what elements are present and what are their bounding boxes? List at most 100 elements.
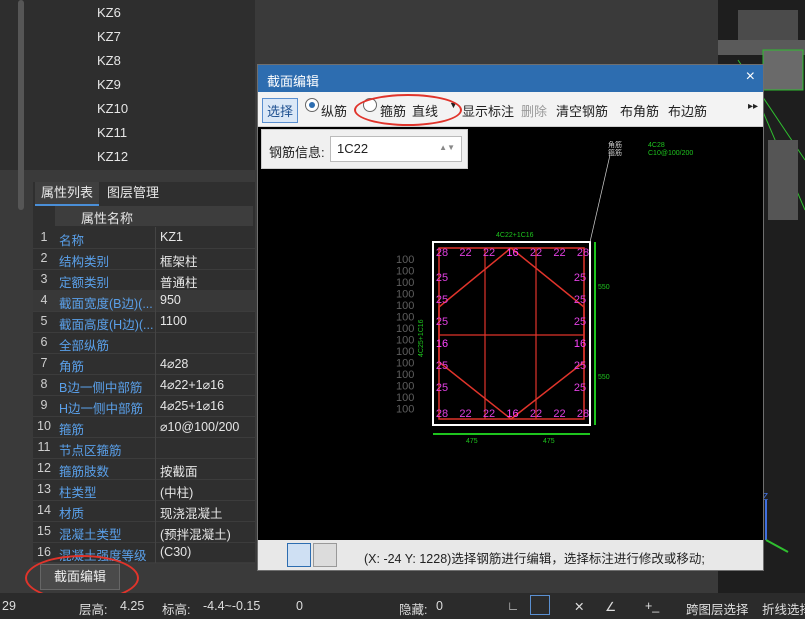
left-scrollbar[interactable] <box>18 0 24 210</box>
rebar-label: 16 <box>436 338 448 350</box>
rebar-label: 16 <box>506 247 518 259</box>
dim-label: 100 <box>396 381 414 393</box>
snap-perp-icon[interactable] <box>313 543 337 567</box>
rebar-label: 25 <box>436 360 448 372</box>
rebar-label: 22 <box>530 247 542 259</box>
rebar-label: 22 <box>530 408 542 420</box>
cross-icon[interactable]: ✕ <box>574 599 584 614</box>
property-value[interactable]: ⌀10@100/200 <box>160 419 239 434</box>
dialog-toolbar: 选择 纵筋 箍筋 直线 ▼ 显示标注 删除 清空钢筋 布角筋 布边筋 ▸▸ <box>258 92 763 127</box>
property-name: 箍筋 <box>59 423 85 437</box>
corner-val-2: C10@100/200 <box>648 150 693 157</box>
table-row[interactable]: 6 全部纵筋 <box>33 332 255 354</box>
rebar-label: 25 <box>574 272 586 284</box>
rebar-label: 25 <box>436 294 448 306</box>
table-row[interactable]: 11 节点区箍筋 <box>33 437 255 459</box>
tab-layer-management[interactable]: 图层管理 <box>101 182 165 204</box>
row-number: 16 <box>37 545 51 559</box>
table-row[interactable]: 5 截面高度(H边)(... 1100 <box>33 311 255 333</box>
table-row[interactable]: 4 截面宽度(B边)(... 950 <box>33 290 255 312</box>
snap-point-icon[interactable] <box>287 543 311 567</box>
property-name: 柱类型 <box>59 486 97 500</box>
table-row[interactable]: 1 名称 KZ1 <box>33 227 255 249</box>
ortho-icon[interactable]: ∟ <box>507 599 519 613</box>
property-value[interactable]: 1100 <box>160 314 187 328</box>
hidden-value: 0 <box>436 599 443 613</box>
list-item[interactable]: KZ9 <box>97 77 121 92</box>
dim-label: 100 <box>396 266 414 278</box>
row-number: 7 <box>40 356 48 370</box>
property-value[interactable]: (预拌混凝土) <box>160 524 231 543</box>
table-row[interactable]: 8 B边一侧中部筋 4⌀22+1⌀16 <box>33 374 255 396</box>
table-row[interactable]: 12 箍筋肢数 按截面 <box>33 458 255 480</box>
property-name: 截面宽度(B边)(... <box>59 297 153 311</box>
section-drawing: 1001001001001001001001001001001001001001… <box>396 140 693 445</box>
rebar-label: 25 <box>574 294 586 306</box>
property-name: 混凝土类型 <box>59 528 122 542</box>
list-item[interactable]: KZ10 <box>97 101 128 116</box>
table-row[interactable]: 3 定额类别 普通柱 <box>33 269 255 291</box>
dim-label: 100 <box>396 404 414 416</box>
property-value[interactable]: 4⌀25+1⌀16 <box>160 398 224 413</box>
list-item[interactable]: KZ6 <box>97 5 121 20</box>
dim-label: 100 <box>396 300 414 312</box>
list-item[interactable]: KZ8 <box>97 53 121 68</box>
longitudinal-label[interactable]: 纵筋 <box>321 101 347 120</box>
property-value[interactable]: 4⌀28 <box>160 356 188 371</box>
annotation-circle <box>354 94 462 126</box>
rebar-label: 28 <box>436 408 448 420</box>
polyline-select-button[interactable]: 折线选择 <box>762 599 805 618</box>
select-button[interactable]: 选择 <box>262 98 299 123</box>
show-annotation-button[interactable]: 显示标注 <box>462 101 514 120</box>
delete-button[interactable]: 删除 <box>521 101 547 120</box>
dim-label: 100 <box>396 358 414 370</box>
rebar-label: 22 <box>553 247 565 259</box>
more-icon[interactable]: ▸▸ <box>748 101 758 112</box>
property-value[interactable]: 框架柱 <box>160 251 198 270</box>
dim-label: 100 <box>396 277 414 289</box>
table-row[interactable]: 7 角筋 4⌀28 <box>33 353 255 375</box>
list-item[interactable]: KZ7 <box>97 29 121 44</box>
table-row[interactable]: 13 柱类型 (中柱) <box>33 479 255 501</box>
top-note: 4C22+1C16 <box>496 232 534 239</box>
list-item[interactable]: KZ11 <box>97 125 127 140</box>
table-row[interactable]: 2 结构类别 框架柱 <box>33 248 255 270</box>
angle-icon[interactable]: ∠ <box>605 599 616 614</box>
side-rebar-button[interactable]: 布边筋 <box>668 101 707 120</box>
list-item[interactable]: KZ12 <box>97 149 128 164</box>
cross-layer-select-button[interactable]: 跨图层选择 <box>686 599 749 618</box>
close-icon[interactable]: × <box>746 68 755 86</box>
ortho-icon[interactable] <box>261 543 283 565</box>
property-value[interactable]: 普通柱 <box>160 272 198 291</box>
row-number: 5 <box>40 314 48 328</box>
longitudinal-radio[interactable] <box>305 98 319 112</box>
offset-icon[interactable]: +_ <box>645 599 659 613</box>
snap-offset-icon[interactable] <box>339 543 361 565</box>
row-number: 14 <box>37 503 51 517</box>
rebar-label: 25 <box>436 382 448 394</box>
property-name: 全部纵筋 <box>59 339 110 353</box>
clear-rebar-button[interactable]: 清空钢筋 <box>556 101 608 120</box>
snap-icon[interactable] <box>530 595 550 615</box>
tab-property-list[interactable]: 属性列表 <box>35 182 100 206</box>
dim-label: 100 <box>396 312 414 324</box>
property-value[interactable]: 按截面 <box>160 461 198 480</box>
table-row[interactable]: 14 材质 现浇混凝土 <box>33 500 255 522</box>
section-canvas[interactable]: 钢筋信息: 1C22 ▲▼ 100 100 100 100 100 100 100 100 10… <box>258 127 763 540</box>
row-number: 4 <box>40 293 48 307</box>
table-row[interactable]: 15 混凝土类型 (预拌混凝土) <box>33 521 255 543</box>
corner-val-1: 4C28 <box>648 142 665 149</box>
property-value[interactable]: 950 <box>160 293 181 307</box>
property-value[interactable]: KZ1 <box>160 230 183 244</box>
table-row[interactable]: 10 箍筋 ⌀10@100/200 <box>33 416 255 438</box>
property-value[interactable]: (C30) <box>160 545 191 559</box>
property-value[interactable]: 4⌀22+1⌀16 <box>160 377 224 392</box>
corner-rebar-button[interactable]: 布角筋 <box>620 101 659 120</box>
dialog-title: 截面编辑 <box>267 74 320 89</box>
rebar-info-input[interactable]: 1C22 ▲▼ <box>330 136 462 162</box>
property-value[interactable]: 现浇混凝土 <box>160 503 223 522</box>
property-name: 材质 <box>59 507 85 521</box>
corner-note-1: 角筋 <box>608 140 622 149</box>
property-value[interactable]: (中柱) <box>160 482 193 501</box>
table-row[interactable]: 9 H边一侧中部筋 4⌀25+1⌀16 <box>33 395 255 417</box>
